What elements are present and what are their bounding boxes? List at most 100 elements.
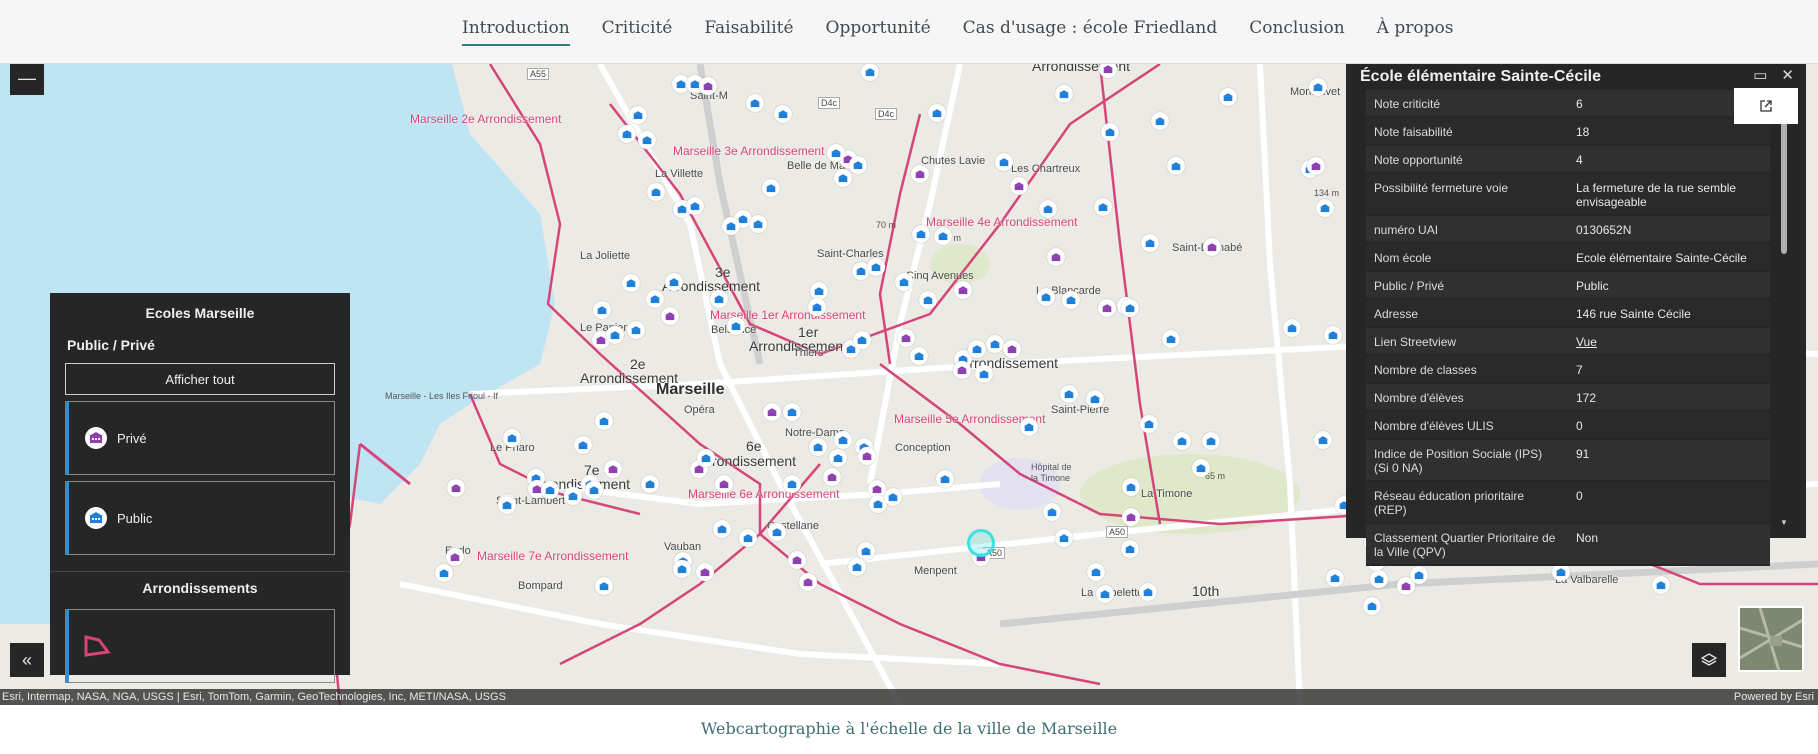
public-school-icon[interactable]	[627, 321, 645, 339]
private-school-icon[interactable]	[858, 447, 876, 465]
public-school-icon[interactable]	[574, 436, 592, 454]
public-school-icon[interactable]	[673, 560, 691, 578]
public-school-icon[interactable]	[1162, 330, 1180, 348]
public-school-icon[interactable]	[910, 347, 928, 365]
public-school-icon[interactable]	[1316, 199, 1334, 217]
private-school-icon[interactable]	[1010, 177, 1028, 195]
selected-school-highlight[interactable]	[967, 529, 995, 557]
public-school-icon[interactable]	[829, 449, 847, 467]
public-school-icon[interactable]	[1055, 85, 1073, 103]
public-school-icon[interactable]	[1060, 385, 1078, 403]
public-school-icon[interactable]	[986, 335, 1004, 353]
private-school-icon[interactable]	[799, 573, 817, 591]
private-school-icon[interactable]	[911, 165, 929, 183]
nav-item-3[interactable]: Opportunité	[826, 18, 931, 46]
public-school-icon[interactable]	[1173, 432, 1191, 450]
private-school-icon[interactable]	[1203, 238, 1221, 256]
private-school-icon[interactable]	[696, 563, 714, 581]
private-school-icon[interactable]	[447, 479, 465, 497]
public-school-icon[interactable]	[595, 412, 613, 430]
public-school-icon[interactable]	[641, 475, 659, 493]
private-school-icon[interactable]	[715, 475, 733, 493]
public-school-icon[interactable]	[593, 301, 611, 319]
public-school-icon[interactable]	[1283, 319, 1301, 337]
public-school-icon[interactable]	[1192, 459, 1210, 477]
public-school-icon[interactable]	[1096, 585, 1114, 603]
public-school-icon[interactable]	[1326, 569, 1344, 587]
public-school-icon[interactable]	[1101, 123, 1119, 141]
private-school-icon[interactable]	[763, 403, 781, 421]
legend-item-arrondissement[interactable]	[65, 609, 335, 683]
private-school-icon[interactable]	[1003, 340, 1021, 358]
public-school-icon[interactable]	[848, 558, 866, 576]
public-school-icon[interactable]	[541, 481, 559, 499]
private-school-icon[interactable]	[954, 281, 972, 299]
public-school-icon[interactable]	[975, 365, 993, 383]
private-school-icon[interactable]	[446, 548, 464, 566]
public-school-icon[interactable]	[435, 564, 453, 582]
public-school-icon[interactable]	[834, 431, 852, 449]
public-school-icon[interactable]	[727, 317, 745, 335]
collapse-legend-button[interactable]: «	[10, 643, 44, 677]
private-school-icon[interactable]	[897, 329, 915, 347]
public-school-icon[interactable]	[1410, 566, 1428, 584]
open-in-new-button[interactable]	[1734, 88, 1798, 124]
private-school-icon[interactable]	[953, 361, 971, 379]
public-school-icon[interactable]	[1324, 326, 1342, 344]
public-school-icon[interactable]	[1121, 299, 1139, 317]
nav-item-6[interactable]: À propos	[1377, 18, 1454, 46]
public-school-icon[interactable]	[1039, 200, 1057, 218]
powered-by-link[interactable]: Powered by Esri	[1734, 689, 1814, 705]
private-school-icon[interactable]	[1307, 157, 1325, 175]
public-school-icon[interactable]	[1370, 570, 1388, 588]
public-school-icon[interactable]	[884, 488, 902, 506]
public-school-icon[interactable]	[1652, 576, 1670, 594]
nav-item-5[interactable]: Conclusion	[1249, 18, 1344, 46]
show-all-button[interactable]: Afficher tout	[65, 363, 335, 395]
public-school-icon[interactable]	[629, 106, 647, 124]
nav-item-1[interactable]: Criticité	[602, 18, 673, 46]
public-school-icon[interactable]	[606, 326, 624, 344]
public-school-icon[interactable]	[808, 298, 826, 316]
private-school-icon[interactable]	[1098, 299, 1116, 317]
private-school-icon[interactable]	[661, 307, 679, 325]
public-school-icon[interactable]	[618, 125, 636, 143]
public-school-icon[interactable]	[783, 475, 801, 493]
public-school-icon[interactable]	[1043, 503, 1061, 521]
public-school-icon[interactable]	[867, 258, 885, 276]
private-school-icon[interactable]	[1122, 508, 1140, 526]
public-school-icon[interactable]	[686, 197, 704, 215]
dock-icon[interactable]: ▭	[1753, 66, 1767, 84]
public-school-icon[interactable]	[968, 340, 986, 358]
public-school-icon[interactable]	[749, 215, 767, 233]
public-school-icon[interactable]	[1086, 390, 1104, 408]
basemap-gallery-thumbnail[interactable]	[1738, 606, 1804, 672]
private-school-icon[interactable]	[604, 460, 622, 478]
public-school-icon[interactable]	[928, 104, 946, 122]
public-school-icon[interactable]	[919, 291, 937, 309]
public-school-icon[interactable]	[853, 331, 871, 349]
public-school-icon[interactable]	[912, 225, 930, 243]
public-school-icon[interactable]	[827, 144, 845, 162]
public-school-icon[interactable]	[1141, 234, 1159, 252]
public-school-icon[interactable]	[710, 290, 728, 308]
public-school-icon[interactable]	[1122, 478, 1140, 496]
public-school-icon[interactable]	[503, 429, 521, 447]
public-school-icon[interactable]	[722, 217, 740, 235]
public-school-icon[interactable]	[622, 274, 640, 292]
public-school-icon[interactable]	[564, 487, 582, 505]
public-school-icon[interactable]	[768, 523, 786, 541]
public-school-icon[interactable]	[647, 183, 665, 201]
public-school-icon[interactable]	[1151, 112, 1169, 130]
legend-item-public[interactable]: Public	[65, 481, 335, 555]
popup-scrollbar[interactable]: ▲ ▼	[1778, 92, 1790, 534]
private-school-icon[interactable]	[788, 551, 806, 569]
public-school-icon[interactable]	[774, 105, 792, 123]
public-school-icon[interactable]	[849, 156, 867, 174]
public-school-icon[interactable]	[638, 131, 656, 149]
public-school-icon[interactable]	[713, 520, 731, 538]
public-school-icon[interactable]	[697, 449, 715, 467]
public-school-icon[interactable]	[1139, 583, 1157, 601]
public-school-icon[interactable]	[1062, 291, 1080, 309]
public-school-icon[interactable]	[934, 227, 952, 245]
